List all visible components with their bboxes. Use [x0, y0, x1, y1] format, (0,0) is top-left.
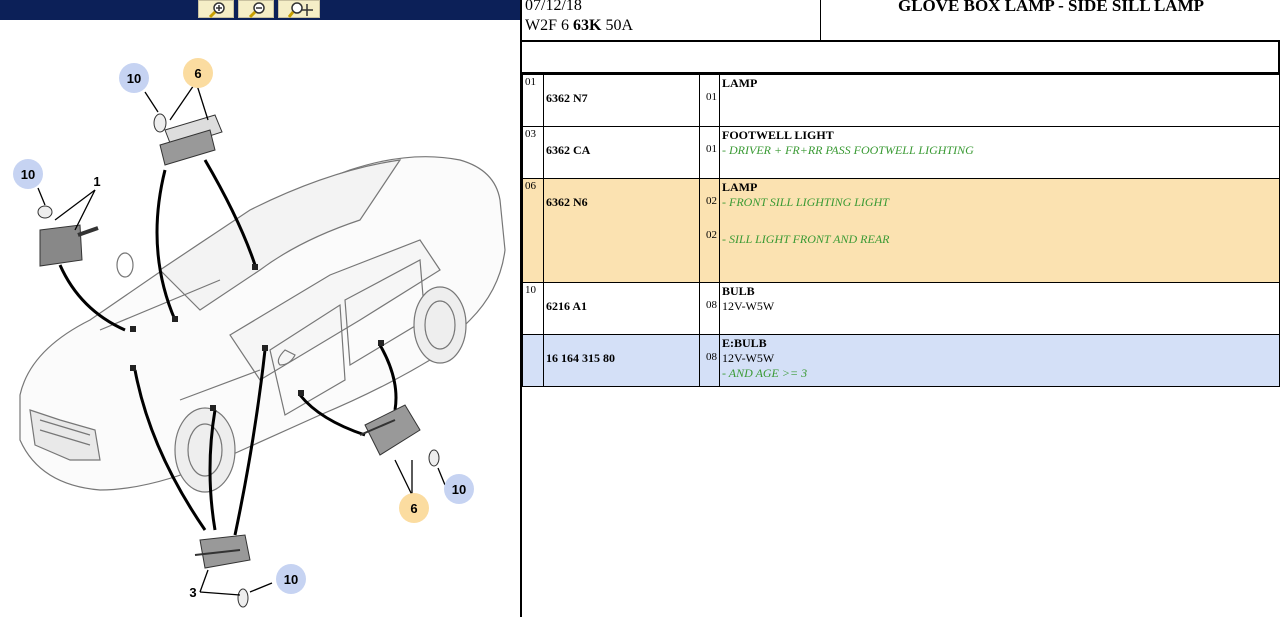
header-separator [820, 0, 821, 40]
table-row[interactable]: 03 6362 CA 01 FOOTWELL LIGHT - DRIVER + F… [522, 126, 1280, 179]
qty-cell: 01 [699, 74, 720, 127]
table-row[interactable]: 10 6216 A1 08 BULB 12V-W5W [522, 282, 1280, 335]
callout-10-left: 10 [13, 159, 43, 189]
callout-10-right: 10 [444, 474, 474, 504]
qty-value: 02 [706, 229, 717, 241]
part-spec: 12V-W5W [722, 299, 775, 313]
table-row[interactable]: 16 164 315 80 08 E:BULB 12V-W5W - AND AGE … [522, 334, 1280, 387]
callout-6-bottom: 6 [399, 493, 429, 523]
qty-cell: 01 [699, 126, 720, 179]
blank-row [522, 42, 1280, 72]
parts-table: 01 6362 N7 01 LAMP 03 6362 CA 01 FOOTWEL… [522, 74, 1280, 387]
ref-cell: 06 [522, 178, 544, 283]
part-number[interactable]: 6216 A1 [543, 282, 700, 335]
table-row[interactable]: 06 6362 N6 02 02 LAMP - FRONT SILL LIGHTIN… [522, 178, 1280, 283]
zoom-out-icon [248, 2, 265, 19]
callout-10-top: 10 [119, 63, 149, 93]
part-number[interactable]: 6362 N7 [543, 74, 700, 127]
part-number[interactable]: 6362 CA [543, 126, 700, 179]
part-label: BULB [722, 284, 755, 298]
description-cell: LAMP [719, 74, 1280, 127]
callout-label: 3 [189, 585, 196, 600]
part-label: E:BULB [722, 336, 767, 350]
description-cell: E:BULB 12V-W5W - AND AGE >= 3 [719, 334, 1280, 387]
car-illustration [19, 156, 506, 493]
diagram-toolbar [0, 0, 520, 20]
callout-3: 3 [189, 585, 196, 600]
callout-label: 10 [127, 71, 141, 86]
part-note: - FRONT SILL LIGHTING LIGHT [722, 195, 889, 209]
part-spec: 12V-W5W [722, 351, 775, 365]
ref-cell: 10 [522, 282, 544, 335]
qty-cell: 08 [699, 282, 720, 335]
callout-10-bottom: 10 [276, 564, 306, 594]
header-code: W2F 6 63K 50A [525, 17, 633, 35]
part-label: LAMP [722, 76, 758, 90]
callout-label: 10 [284, 572, 298, 587]
diagram-panel: 10 6 10 1 10 6 10 3 [0, 0, 520, 617]
callout-label: 1 [93, 174, 100, 189]
part-note: - DRIVER + FR+RR PASS FOOTWELL LIGHTING [722, 143, 974, 157]
header-code-bold: 63K [573, 17, 602, 34]
exploded-view-diagram: 10 6 10 1 10 6 10 3 [13, 58, 506, 608]
callout-label: 10 [21, 167, 35, 182]
zoom-pan-button[interactable] [278, 0, 320, 18]
parts-panel: 07/12/18 W2F 6 63K 50A GLOVE BOX LAMP - … [522, 0, 1280, 617]
qty-value: 02 [706, 195, 717, 207]
ref-cell: 03 [522, 126, 544, 179]
description-cell: BULB 12V-W5W [719, 282, 1280, 335]
callout-label: 10 [452, 482, 466, 497]
part-label: LAMP [722, 180, 758, 194]
part-label: FOOTWELL LIGHT [722, 128, 834, 142]
header-code-prefix: W2F 6 [525, 17, 573, 34]
part-note: - SILL LIGHT FRONT AND REAR [722, 232, 890, 246]
callout-1: 1 [93, 174, 100, 189]
qty-cell: 02 02 [699, 178, 720, 283]
header-date: 07/12/18 [525, 0, 582, 14]
callout-label: 6 [194, 66, 201, 81]
ref-cell [522, 334, 544, 387]
ref-cell: 01 [522, 74, 544, 127]
callout-label: 6 [410, 501, 417, 516]
zoom-pan-icon [288, 2, 313, 18]
callout-6-top: 6 [183, 58, 213, 88]
zoom-out-button[interactable] [238, 0, 274, 19]
description-cell: FOOTWELL LIGHT - DRIVER + FR+RR PASS FOOT… [719, 126, 1280, 179]
zoom-in-icon [208, 2, 225, 19]
part-number[interactable]: 16 164 315 80 [543, 334, 700, 387]
part-number[interactable]: 6362 N6 [543, 178, 700, 283]
part-note: - AND AGE >= 3 [722, 366, 808, 380]
description-cell: LAMP - FRONT SILL LIGHTING LIGHT - SILL LI… [719, 178, 1280, 283]
header-code-suffix: 50A [601, 17, 634, 34]
qty-cell: 08 [699, 334, 720, 387]
table-row[interactable]: 01 6362 N7 01 LAMP [522, 74, 1280, 127]
zoom-in-button[interactable] [198, 0, 234, 19]
page-title: GLOVE BOX LAMP - SIDE SILL LAMP [897, 0, 1205, 15]
